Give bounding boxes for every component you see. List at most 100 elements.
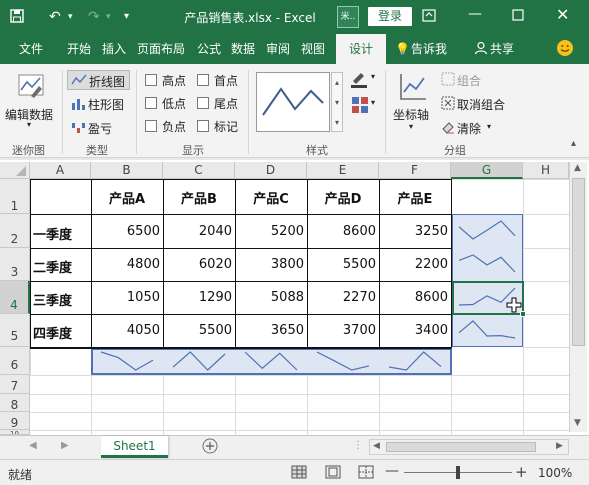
column-header-h[interactable]: H [523,162,569,179]
column-header-g[interactable]: G [451,162,523,179]
minimize-icon[interactable]: — [468,6,482,22]
tell-me-box[interactable]: 告诉我 [411,41,447,57]
normal-view-icon[interactable] [291,465,307,482]
undo-icon[interactable]: ↶ [49,9,61,25]
cell-c2[interactable]: 2040 [163,224,232,239]
row-header-1[interactable]: 1 [0,179,30,214]
column-header-c[interactable]: C [163,162,235,179]
share-button[interactable]: 共享 [490,41,514,57]
zoom-in-button[interactable]: + [515,463,528,481]
scroll-down-icon[interactable]: ▼ [574,418,581,428]
vertical-scrollbar[interactable]: ▲ ▼ [569,162,587,432]
ribbon-display-icon[interactable] [422,9,436,26]
app-mode-icon[interactable]: 米.. [337,6,359,28]
cell-e2[interactable]: 8600 [307,224,376,239]
cell-d3[interactable]: 3800 [235,257,304,272]
marker-color-dropdown-icon[interactable]: ▾ [371,98,375,107]
sparkline-color-icon[interactable] [350,70,370,91]
cell-b3[interactable]: 4800 [91,257,160,272]
clear-dropdown-icon[interactable]: ▾ [487,122,491,131]
tab-insert[interactable]: 插入 [102,41,126,57]
sheet-tab-sheet1[interactable]: Sheet1 [101,436,168,458]
cell-b5[interactable]: 4050 [91,323,160,338]
cell-f5[interactable]: 3400 [379,323,448,338]
row-header-6[interactable]: 6 [0,347,30,375]
customize-quick-access-icon[interactable]: ▾ [124,9,129,25]
axis-button[interactable]: 坐标轴 ▾ [390,70,436,136]
clear-button[interactable]: 清除 [457,120,481,137]
high-point-checkbox[interactable] [145,74,157,86]
column-header-d[interactable]: D [235,162,307,179]
cell-b2[interactable]: 6500 [91,224,160,239]
cell-a4[interactable]: 三季度 [33,290,72,309]
cell-b1[interactable]: 产品A [91,188,163,207]
horizontal-scroll-thumb[interactable] [386,442,536,452]
sparkline-group-row[interactable] [91,348,452,375]
page-layout-view-icon[interactable] [325,465,341,482]
tab-view[interactable]: 视图 [301,41,325,57]
tab-home[interactable]: 开始 [67,41,91,57]
horizontal-scrollbar[interactable]: ◀ ▶ [369,439,569,455]
add-sheet-icon[interactable] [202,438,218,457]
sheet-next-icon[interactable]: ▶ [61,440,69,451]
select-all-corner[interactable] [0,162,30,179]
cell-d5[interactable]: 3650 [235,323,304,338]
type-column-button[interactable]: 柱形图 [67,94,130,114]
cell-f4[interactable]: 8600 [379,290,448,305]
marker-color-icon[interactable] [351,96,369,117]
low-point-checkbox[interactable] [145,97,157,109]
row-header-2[interactable]: 2 [0,214,30,248]
cell-f3[interactable]: 2200 [379,257,448,272]
cell-d2[interactable]: 5200 [235,224,304,239]
scroll-left-icon[interactable]: ◀ [373,441,380,451]
cell-a5[interactable]: 四季度 [33,323,72,342]
cell-c3[interactable]: 6020 [163,257,232,272]
vertical-scroll-thumb[interactable] [572,178,585,346]
row-header-4[interactable]: 4 [0,281,30,314]
tab-data[interactable]: 数据 [231,41,255,57]
column-header-e[interactable]: E [307,162,379,179]
sheet-prev-icon[interactable]: ◀ [29,440,37,451]
undo-dropdown-icon[interactable]: ▾ [68,9,73,25]
markers-checkbox[interactable] [197,120,209,132]
cell-b4[interactable]: 1050 [91,290,160,305]
zoom-level[interactable]: 100% [538,466,572,480]
scroll-right-icon[interactable]: ▶ [556,441,563,451]
cell-e1[interactable]: 产品D [307,188,379,207]
negative-point-checkbox[interactable] [145,120,157,132]
cell-c4[interactable]: 1290 [163,290,232,305]
cell-c1[interactable]: 产品B [163,188,235,207]
cell-e4[interactable]: 2270 [307,290,376,305]
cell-d1[interactable]: 产品C [235,188,307,207]
close-icon[interactable]: ✕ [556,7,569,23]
cell-e3[interactable]: 5500 [307,257,376,272]
maximize-icon[interactable] [512,9,524,25]
gallery-scroll[interactable]: ▴ ▾ ▾ [331,72,343,132]
cell-f1[interactable]: 产品E [379,188,451,207]
cell-c5[interactable]: 5500 [163,323,232,338]
save-icon[interactable] [10,9,24,27]
zoom-slider-thumb[interactable] [456,466,460,479]
row-header-8[interactable]: 8 [0,394,30,412]
page-break-view-icon[interactable] [358,465,374,482]
tab-page-layout[interactable]: 页面布局 [137,41,185,57]
column-header-f[interactable]: F [379,162,451,179]
collapse-ribbon-icon[interactable]: ▴ [571,138,576,149]
scroll-up-icon[interactable]: ▲ [574,163,581,173]
sparkline-style-gallery[interactable] [256,72,330,132]
ungroup-button[interactable]: 取消组合 [457,96,505,113]
tab-file[interactable]: 文件 [19,41,43,57]
first-point-checkbox[interactable] [197,74,209,86]
cell-d4[interactable]: 5088 [235,290,304,305]
zoom-out-button[interactable]: — [385,463,399,479]
sparkline-color-dropdown-icon[interactable]: ▾ [371,72,375,81]
type-line-button[interactable]: 折线图 [67,70,130,90]
cell-a3[interactable]: 二季度 [33,257,72,276]
row-header-7[interactable]: 7 [0,375,30,394]
tab-design[interactable]: 设计 [336,34,386,64]
tab-formulas[interactable]: 公式 [197,41,221,57]
column-header-b[interactable]: B [91,162,163,179]
row-header-5[interactable]: 5 [0,314,30,347]
row-header-9[interactable]: 9 [0,412,30,430]
last-point-checkbox[interactable] [197,97,209,109]
